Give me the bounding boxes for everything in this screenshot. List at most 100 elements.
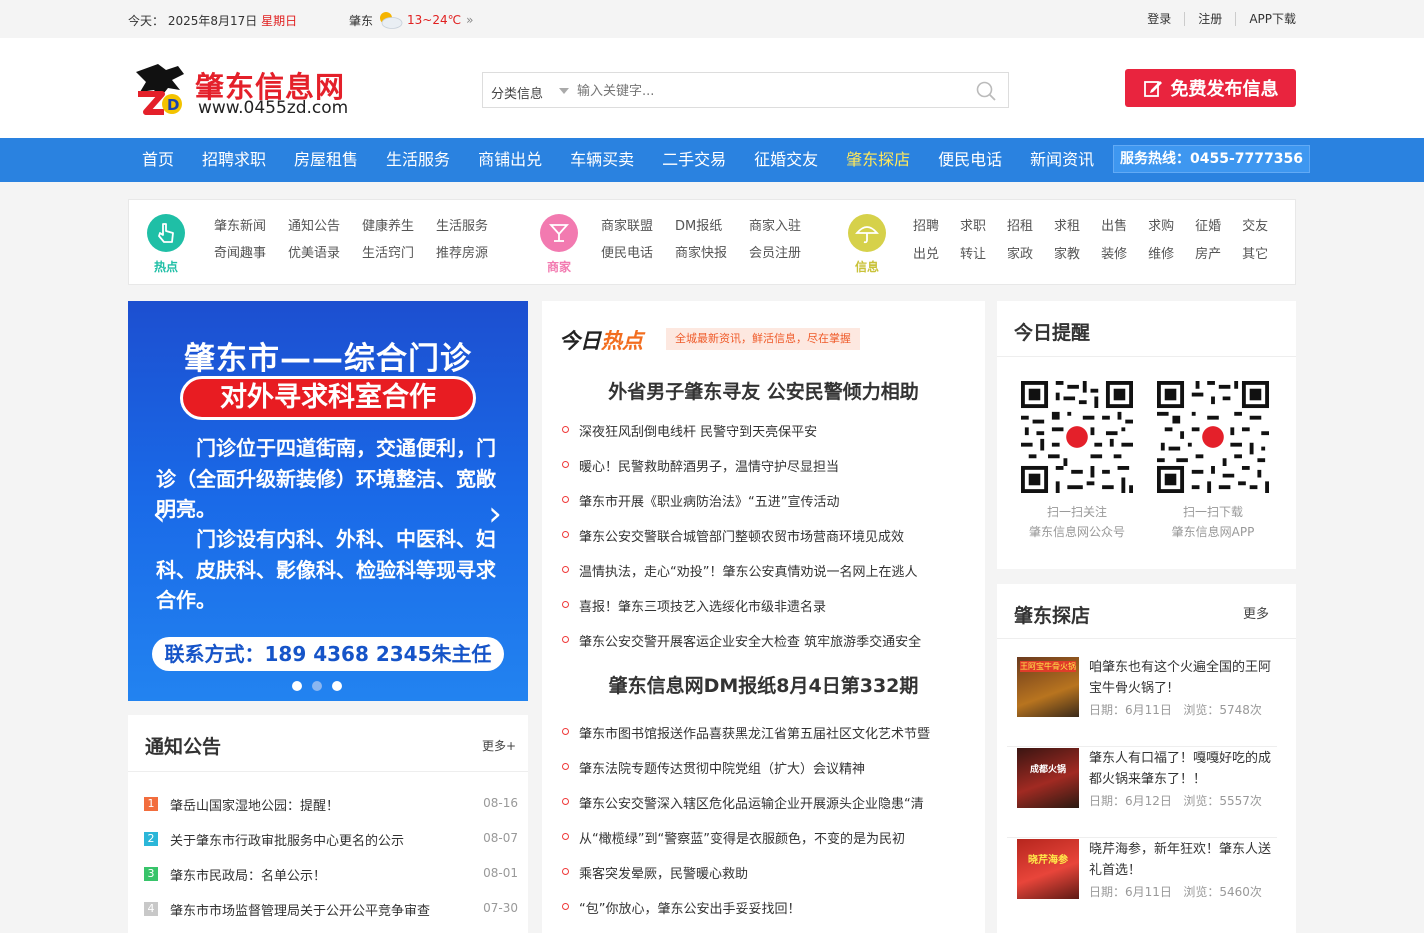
site-logo[interactable]: D 肇东信息网 www.0455zd.com (128, 60, 358, 120)
list-item[interactable]: 温情执法，走心“劝投”！肇东公安真情劝说一名网上在逃人 (562, 561, 972, 596)
hot-link[interactable]: 健康养生 (362, 218, 414, 235)
hot-logo-b: 热点 (601, 329, 643, 353)
nav-item-second-hand[interactable]: 二手交易 (648, 138, 740, 182)
info-link[interactable]: 其它 (1242, 246, 1268, 263)
weather-more-icon[interactable]: » (466, 13, 473, 27)
headline[interactable]: 外省男子肇东寻友 公安民警倾力相助 (542, 377, 985, 404)
publish-info-button[interactable]: 免费发布信息 (1125, 69, 1296, 107)
divider (128, 771, 528, 772)
hot-link[interactable]: 肇东新闻 (214, 218, 266, 235)
search-icon[interactable] (976, 81, 996, 101)
shop-link[interactable]: 便民电话 (601, 245, 653, 262)
list-item[interactable]: 肇东市图书馆报送作品喜获黑龙江省第五届社区文化艺术节暨 (562, 723, 972, 758)
list-item[interactable]: 暖心！民警救助醉酒男子，温情守护尽显担当 (562, 456, 972, 491)
shop-link[interactable]: 商家入驻 (749, 218, 801, 235)
list-item[interactable]: 肇东公安交警联合城管部门整顿农贸市场营商环境见成效 (562, 526, 972, 561)
login-link[interactable]: 登录 (1134, 12, 1184, 26)
notice-title: 通知公告 (145, 736, 222, 758)
chevron-down-icon[interactable] (559, 88, 569, 94)
shop-link[interactable]: 商家快报 (675, 245, 727, 262)
list-item[interactable]: 2 关于肇东市行政审批服务中心更名的公示 08-07 (144, 830, 518, 865)
hot-category[interactable]: 热点 (146, 214, 186, 275)
info-link[interactable]: 房产 (1195, 246, 1221, 263)
info-link[interactable]: 求购 (1148, 218, 1174, 235)
shop-thumbnail[interactable]: 王阿宝牛骨火锅 (1017, 657, 1079, 717)
top-bar: 今天： 2025年8月17日 星期日 肇东 13~24℃ » 登录 注册 APP… (0, 0, 1424, 38)
info-link[interactable]: 招聘 (913, 218, 939, 235)
banner-slider[interactable]: 肇东市——综合门诊 对外寻求科室合作 门诊位于四道街南，交通便利，门诊（全面升级… (128, 301, 528, 701)
info-link[interactable]: 转让 (960, 246, 986, 263)
slider-dot[interactable] (312, 681, 322, 691)
list-item[interactable]: 肇东公安交警开展客运企业安全大检查 筑牢旅游季交通安全 (562, 631, 972, 666)
nav-item-news[interactable]: 新闻资讯 (1016, 138, 1108, 182)
list-item[interactable]: 肇东法院专题传达贯彻中院党组（扩大）会议精神 (562, 758, 972, 793)
info-link[interactable]: 家政 (1007, 246, 1033, 263)
hot-news-tag: 全城最新资讯，鲜活信息，尽在掌握 (666, 328, 860, 350)
nav-items: 首页 招聘求职 房屋租售 生活服务 商铺出兑 车辆买卖 二手交易 征婚交友 肇东… (128, 138, 1108, 182)
list-item[interactable]: 王阿宝牛骨火锅 咱肇东也有这个火遍全国的王阿宝牛骨火锅了! 日期：6月11日 浏… (1007, 657, 1277, 747)
list-item[interactable]: 肇东市开展《职业病防治法》“五进”宣传活动 (562, 491, 972, 526)
qr-caption: 扫一扫下载 肇东信息网APP (1138, 502, 1288, 542)
nav-item-housing[interactable]: 房屋租售 (280, 138, 372, 182)
nav-item-shop-explore[interactable]: 肇东探店 (832, 138, 924, 182)
hot-link[interactable]: 推荐房源 (436, 245, 488, 262)
notice-text: 关于肇东市行政审批服务中心更名的公示 (170, 834, 405, 849)
shop-category[interactable]: 商家 (539, 214, 579, 275)
nav-item-phonebook[interactable]: 便民电话 (924, 138, 1016, 182)
list-item[interactable]: 乘客突发晕厥，民警暖心救助 (562, 863, 972, 898)
info-link[interactable]: 求职 (960, 218, 986, 235)
nav-item-life-services[interactable]: 生活服务 (372, 138, 464, 182)
app-download-link[interactable]: APP下载 (1235, 12, 1296, 26)
shop-explore-more-link[interactable]: 更多 (1243, 603, 1269, 622)
info-link[interactable]: 招租 (1007, 218, 1033, 235)
nav-item-dating[interactable]: 征婚交友 (740, 138, 832, 182)
search-input[interactable] (577, 81, 957, 101)
hot-link[interactable]: 通知公告 (288, 218, 340, 235)
notice-text: 肇岳山国家湿地公园：提醒！ (170, 799, 340, 814)
notice-more-link[interactable]: 更多+ (482, 737, 516, 754)
shop-link[interactable]: DM报纸 (675, 218, 727, 235)
nav-item-jobs[interactable]: 招聘求职 (188, 138, 280, 182)
info-category[interactable]: 信息 (847, 214, 887, 275)
hot-link[interactable]: 生活窍门 (362, 245, 414, 262)
slider-dot[interactable] (332, 681, 342, 691)
list-item[interactable]: 肇东公安交警深入辖区危化品运输企业开展源头企业隐患“清 (562, 793, 972, 828)
weather-widget[interactable]: 肇东 13~24℃ » (349, 10, 473, 30)
hot-link[interactable]: 优美语录 (288, 245, 340, 262)
list-item[interactable]: 从“橄榄绿”到“警察蓝”变得是衣服颜色，不变的是为民初 (562, 828, 972, 863)
shop-thumbnail[interactable]: 成都火锅 (1017, 748, 1079, 808)
slider-dot[interactable] (292, 681, 302, 691)
info-link[interactable]: 装修 (1101, 246, 1127, 263)
nav-item-home[interactable]: 首页 (128, 138, 188, 182)
qr-code-icon (1021, 381, 1133, 493)
list-item[interactable]: 喜报！肇东三项技艺入选绥化市级非遗名录 (562, 596, 972, 631)
info-link[interactable]: 出售 (1101, 218, 1127, 235)
views-label: 浏览： (1183, 794, 1220, 808)
nav-item-vehicles[interactable]: 车辆买卖 (556, 138, 648, 182)
list-item[interactable]: 4 肇东市市场监督管理局关于公开公平竞争审查 07-30 (144, 900, 518, 933)
info-link[interactable]: 求租 (1054, 218, 1080, 235)
list-item[interactable]: 晓芹海参 晓芹海参，新年狂欢！肇东人送礼首选！ 日期：6月11日 浏览：5460… (1007, 839, 1277, 929)
hot-link[interactable]: 生活服务 (436, 218, 488, 235)
list-item[interactable]: “包”你放心，肇东公安出手妥妥找回！ (562, 898, 972, 933)
shop-link[interactable]: 商家联盟 (601, 218, 653, 235)
views-label: 浏览： (1183, 885, 1220, 899)
slider-prev-icon[interactable]: ‹ (146, 497, 172, 531)
hot-link[interactable]: 奇闻趣事 (214, 245, 266, 262)
slider-next-icon[interactable]: › (482, 497, 508, 531)
info-link[interactable]: 维修 (1148, 246, 1174, 263)
list-item[interactable]: 1 肇岳山国家湿地公园：提醒！ 08-16 (144, 795, 518, 830)
nav-item-shop-transfer[interactable]: 商铺出兑 (464, 138, 556, 182)
info-link[interactable]: 征婚 (1195, 218, 1221, 235)
list-item[interactable]: 3 肇东市民政局：名单公示！ 08-01 (144, 865, 518, 900)
info-link[interactable]: 出兑 (913, 246, 939, 263)
register-link[interactable]: 注册 (1184, 12, 1235, 26)
list-item[interactable]: 深夜狂风刮倒电线杆 民警守到天亮保平安 (562, 421, 972, 456)
headline[interactable]: 肇东信息网DM报纸8月4日第332期 (542, 671, 985, 698)
info-link[interactable]: 家教 (1054, 246, 1080, 263)
search-category-select[interactable]: 分类信息 (491, 83, 543, 102)
shop-thumbnail[interactable]: 晓芹海参 (1017, 839, 1079, 899)
shop-link[interactable]: 会员注册 (749, 245, 801, 262)
info-link[interactable]: 交友 (1242, 218, 1268, 235)
list-item[interactable]: 成都火锅 肇东人有口福了！嘎嘎好吃的成都火锅来肇东了！！ 日期：6月12日 浏览… (1007, 748, 1277, 838)
